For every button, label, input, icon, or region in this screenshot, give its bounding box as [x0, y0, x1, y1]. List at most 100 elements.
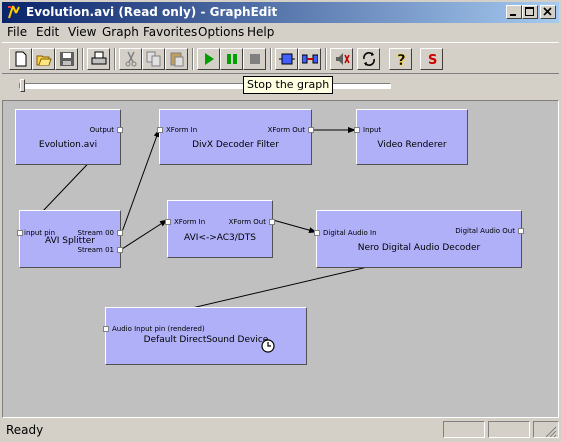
menu-options[interactable]: Options — [198, 25, 244, 39]
seek-bar: Stop the graph — [2, 74, 559, 98]
link-ac3-nero[interactable] — [272, 219, 317, 234]
pin-xform-out: XForm Out — [267, 126, 305, 134]
stop-icon — [250, 54, 260, 64]
toolbar: ? S — [2, 42, 559, 74]
pin-connector[interactable] — [157, 127, 163, 133]
filter-ac3-dts[interactable]: XForm In XForm Out AVI<->AC3/DTS — [165, 200, 275, 258]
save-button[interactable] — [55, 48, 78, 70]
seek-button[interactable] — [275, 48, 298, 70]
pin-output: Output — [89, 126, 114, 134]
copy-button[interactable] — [142, 48, 165, 70]
menu-view[interactable]: View — [68, 25, 96, 39]
play-icon — [205, 53, 214, 65]
connect-button[interactable] — [298, 48, 321, 70]
title-bar[interactable]: Evolution.avi (Read only) - GraphEdit — [2, 2, 559, 23]
print-icon — [91, 51, 107, 65]
filter-name: Video Renderer — [377, 140, 447, 150]
status-text: Ready — [6, 423, 44, 437]
svg-text:?: ? — [397, 51, 406, 67]
status-bar: Ready — [2, 420, 559, 440]
cut-button[interactable] — [119, 48, 142, 70]
pin-connector[interactable] — [314, 230, 320, 236]
toolbar-separator — [325, 48, 327, 70]
pin-audio-input: Audio Input pin (rendered) — [112, 325, 205, 333]
seek-track[interactable] — [19, 83, 391, 89]
pin-stream-01: Stream 01 — [77, 246, 114, 254]
save-icon — [60, 52, 74, 66]
menu-edit[interactable]: Edit — [36, 25, 59, 39]
play-button[interactable] — [197, 48, 220, 70]
link-splitter-ac3[interactable] — [121, 219, 168, 250]
tooltip: Stop the graph — [243, 76, 334, 94]
toolbar-separator — [114, 48, 116, 70]
stop-button[interactable] — [243, 48, 266, 70]
toolbar-separator — [82, 48, 84, 70]
filter-name: Nero Digital Audio Decoder — [357, 243, 481, 253]
new-icon — [15, 51, 27, 67]
pin-connector[interactable] — [518, 228, 524, 234]
pin-connector[interactable] — [308, 127, 314, 133]
new-button[interactable] — [9, 48, 32, 70]
resize-grip-icon[interactable] — [545, 426, 557, 438]
pin-digital-audio-out: Digital Audio Out — [455, 227, 515, 235]
minimize-button[interactable] — [506, 5, 522, 19]
clock-icon — [261, 339, 275, 353]
mute-button[interactable] — [330, 48, 353, 70]
paste-button[interactable] — [165, 48, 188, 70]
filter-name: Evolution.avi — [38, 140, 98, 150]
pause-button[interactable] — [220, 48, 243, 70]
seek-icon — [279, 53, 295, 65]
filter-divx-decoder[interactable]: XForm In XForm Out DivX Decoder Filter — [157, 109, 314, 165]
filter-directsound[interactable]: Audio Input pin (rendered) Default Direc… — [103, 307, 307, 365]
toolbar-separator — [270, 48, 272, 70]
pin-connector[interactable] — [269, 219, 275, 225]
cut-icon — [125, 51, 137, 67]
menu-favorites[interactable]: Favorites — [143, 25, 197, 39]
open-icon — [36, 55, 52, 66]
refresh-icon — [363, 52, 375, 66]
filter-source[interactable]: Output Evolution.avi — [15, 109, 123, 165]
seek-slider-thumb[interactable] — [20, 79, 25, 92]
status-pane — [443, 421, 485, 438]
open-button[interactable] — [32, 48, 55, 70]
pin-xform-in: XForm In — [174, 218, 206, 226]
svg-text:S: S — [428, 53, 437, 67]
menu-graph[interactable]: Graph — [102, 25, 139, 39]
close-button[interactable] — [540, 5, 556, 19]
filter-avi-splitter[interactable]: input pin Stream 00 Stream 01 AVI Splitt… — [17, 210, 123, 268]
link-splitter-divx[interactable] — [121, 129, 160, 233]
pin-input: Input — [363, 126, 382, 134]
toolbar-separator — [192, 48, 194, 70]
pin-digital-audio-in: Digital Audio In — [323, 229, 377, 237]
app-window: Evolution.avi (Read only) - GraphEdit Fi… — [0, 0, 561, 442]
pin-xform-in: XForm In — [166, 126, 198, 134]
pin-xform-out: XForm Out — [228, 218, 266, 226]
mute-icon — [336, 53, 350, 65]
filter-name: AVI<->AC3/DTS — [184, 233, 256, 243]
pin-connector[interactable] — [165, 219, 171, 225]
graph-canvas[interactable]: Output Evolution.avi XForm In XForm Out … — [2, 100, 559, 418]
pin-connector[interactable] — [103, 326, 109, 332]
menu-help[interactable]: Help — [247, 25, 274, 39]
pin-connector[interactable] — [117, 127, 123, 133]
refresh-button[interactable] — [357, 48, 380, 70]
graphedit-app-icon — [8, 5, 20, 19]
pin-connector[interactable] — [117, 247, 123, 253]
maximize-button[interactable] — [522, 5, 538, 19]
window-title: Evolution.avi (Read only) - GraphEdit — [26, 5, 278, 19]
menu-file[interactable]: File — [7, 25, 27, 39]
help-button[interactable]: ? — [389, 48, 412, 70]
pin-connector[interactable] — [354, 127, 360, 133]
help-icon: ? — [397, 51, 406, 67]
s-button[interactable]: S — [420, 48, 443, 70]
paste-icon — [170, 52, 184, 67]
filter-video-renderer[interactable]: Input Video Renderer — [354, 109, 468, 165]
stop-s-icon: S — [428, 53, 437, 67]
status-pane — [488, 421, 530, 438]
connect-icon — [302, 54, 318, 64]
filter-nero-audio-decoder[interactable]: Digital Audio In Digital Audio Out Nero … — [314, 210, 524, 268]
filter-name: DivX Decoder Filter — [192, 140, 279, 150]
maximize-icon — [525, 7, 534, 16]
print-button[interactable] — [87, 48, 110, 70]
menu-bar: File Edit View Graph Favorites Options H… — [2, 23, 559, 41]
